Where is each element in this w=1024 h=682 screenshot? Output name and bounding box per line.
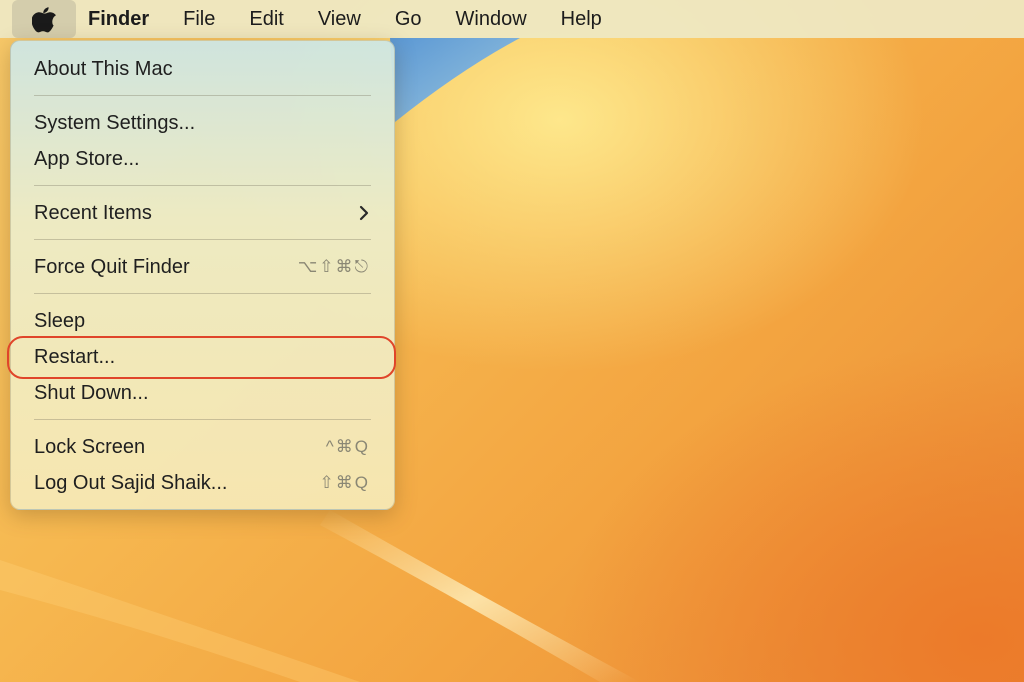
keyboard-shortcut: ^⌘Q bbox=[325, 437, 370, 456]
menu-item-recent-items[interactable]: Recent Items bbox=[11, 195, 394, 231]
apple-dropdown-menu: About This Mac System Settings... App St… bbox=[10, 40, 395, 510]
menu-item-force-quit[interactable]: Force Quit Finder ⌥⇧⌘⎋ bbox=[11, 249, 394, 285]
menu-item-label: Recent Items bbox=[34, 201, 152, 224]
menu-separator bbox=[34, 239, 371, 240]
keyboard-shortcut: ⌥⇧⌘⎋ bbox=[297, 257, 370, 276]
menu-bar: Finder File Edit View Go Window Help bbox=[0, 0, 1024, 38]
menubar-view[interactable]: View bbox=[318, 8, 361, 31]
menubar-file[interactable]: File bbox=[183, 8, 215, 31]
keyboard-shortcut: ⇧⌘Q bbox=[319, 473, 370, 492]
menu-item-label: Lock Screen bbox=[34, 435, 146, 458]
menu-item-log-out[interactable]: Log Out Sajid Shaik... ⇧⌘Q bbox=[11, 465, 394, 501]
menu-separator bbox=[34, 95, 371, 96]
menubar-window[interactable]: Window bbox=[456, 8, 527, 31]
menu-item-label: Sleep bbox=[34, 309, 86, 332]
menu-item-restart[interactable]: Restart... bbox=[11, 339, 394, 375]
chevron-right-icon bbox=[358, 204, 370, 222]
menu-item-app-store[interactable]: App Store... bbox=[11, 141, 394, 177]
menubar-help[interactable]: Help bbox=[561, 8, 602, 31]
menubar-app-name[interactable]: Finder bbox=[88, 8, 149, 31]
menu-item-label: App Store... bbox=[34, 147, 140, 170]
menubar-go[interactable]: Go bbox=[395, 8, 422, 31]
menu-item-about-this-mac[interactable]: About This Mac bbox=[11, 51, 394, 87]
menu-separator bbox=[34, 293, 371, 294]
menu-item-sleep[interactable]: Sleep bbox=[11, 303, 394, 339]
apple-logo-icon bbox=[32, 7, 56, 33]
menu-item-label: Shut Down... bbox=[34, 381, 149, 404]
menu-separator bbox=[34, 185, 371, 186]
menu-item-label: Log Out Sajid Shaik... bbox=[34, 471, 228, 494]
apple-menu-button[interactable] bbox=[12, 0, 76, 38]
menu-item-system-settings[interactable]: System Settings... bbox=[11, 105, 394, 141]
menu-item-label: System Settings... bbox=[34, 111, 196, 134]
menu-item-label: About This Mac bbox=[34, 57, 173, 80]
menu-item-lock-screen[interactable]: Lock Screen ^⌘Q bbox=[11, 429, 394, 465]
menu-separator bbox=[34, 419, 371, 420]
menu-item-label: Force Quit Finder bbox=[34, 255, 190, 278]
menu-item-shut-down[interactable]: Shut Down... bbox=[11, 375, 394, 411]
menu-item-label: Restart... bbox=[34, 345, 116, 368]
menubar-edit[interactable]: Edit bbox=[249, 8, 283, 31]
